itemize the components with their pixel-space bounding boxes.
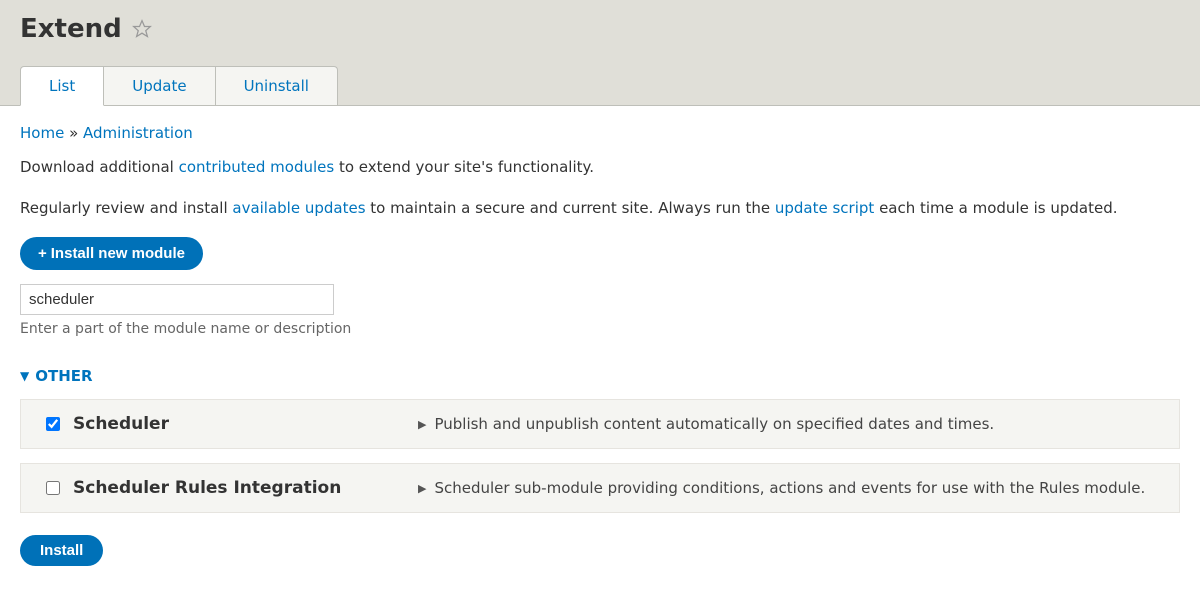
intro-text: to extend your site's functionality. (334, 158, 594, 176)
triangle-down-icon: ▼ (20, 369, 29, 383)
module-name: Scheduler Rules Integration (73, 478, 418, 498)
tab-uninstall[interactable]: Uninstall (215, 66, 338, 105)
triangle-right-icon: ▶ (418, 418, 426, 431)
plus-icon: + (38, 245, 47, 262)
intro-text: Regularly review and install (20, 199, 232, 217)
page-title: Extend (20, 14, 122, 44)
link-available-updates[interactable]: available updates (232, 199, 365, 217)
intro-text: Download additional (20, 158, 179, 176)
breadcrumb-home[interactable]: Home (20, 124, 64, 142)
tab-update[interactable]: Update (103, 66, 215, 105)
filter-help-text: Enter a part of the module name or descr… (20, 321, 1180, 337)
section-header-other[interactable]: ▼ OTHER (20, 367, 1180, 385)
intro-para-1: Download additional contributed modules … (20, 156, 1180, 179)
intro-text: each time a module is updated. (874, 199, 1117, 217)
module-desc[interactable]: ▶ Scheduler sub-module providing conditi… (418, 479, 1145, 497)
filter-input[interactable] (20, 284, 334, 315)
module-desc-text: Publish and unpublish content automatica… (434, 415, 994, 433)
tab-list[interactable]: List (20, 66, 104, 106)
intro-para-2: Regularly review and install available u… (20, 197, 1180, 220)
module-row: Scheduler Rules Integration ▶ Scheduler … (20, 463, 1180, 513)
intro-text: to maintain a secure and current site. A… (366, 199, 775, 217)
module-name: Scheduler (73, 414, 418, 434)
star-icon[interactable] (132, 19, 152, 39)
module-row: Scheduler ▶ Publish and unpublish conten… (20, 399, 1180, 449)
module-desc[interactable]: ▶ Publish and unpublish content automati… (418, 415, 994, 433)
link-update-script[interactable]: update script (775, 199, 874, 217)
install-new-module-button[interactable]: +Install new module (20, 237, 203, 270)
module-checkbox-scheduler[interactable] (46, 417, 60, 431)
link-contributed-modules[interactable]: contributed modules (179, 158, 335, 176)
breadcrumb: Home » Administration (20, 124, 1180, 142)
tabs: List Update Uninstall (20, 66, 1180, 105)
triangle-right-icon: ▶ (418, 482, 426, 495)
module-checkbox-scheduler-rules[interactable] (46, 481, 60, 495)
breadcrumb-sep: » (64, 124, 83, 142)
install-button[interactable]: Install (20, 535, 103, 566)
button-label: Install new module (51, 245, 185, 262)
module-desc-text: Scheduler sub-module providing condition… (434, 479, 1145, 497)
section-title: OTHER (35, 367, 92, 385)
breadcrumb-admin[interactable]: Administration (83, 124, 193, 142)
